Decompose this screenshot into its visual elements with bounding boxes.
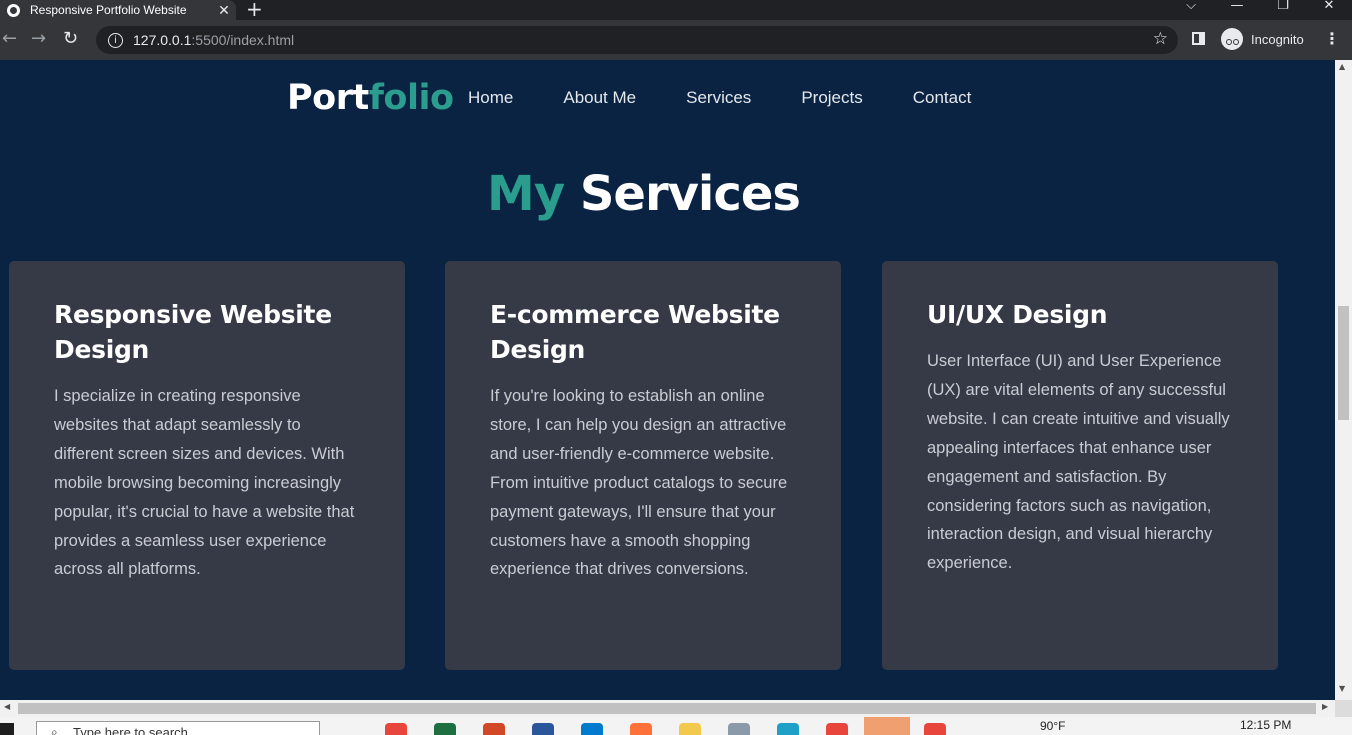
app-icon[interactable]	[728, 723, 750, 735]
chrome-app-icon[interactable]	[924, 723, 946, 735]
url-path: :5500/index.html	[191, 32, 295, 48]
service-card: UI/UX Design User Interface (UI) and Use…	[882, 261, 1278, 670]
reload-icon[interactable]: ↻	[63, 28, 78, 49]
word-app-icon[interactable]	[532, 723, 554, 735]
forward-arrow-icon[interactable]: →	[31, 28, 46, 49]
vscode-app-icon[interactable]	[581, 723, 603, 735]
service-card: E-commerce Website Design If you're look…	[445, 261, 841, 670]
url-host: 127.0.0.1	[133, 32, 192, 48]
restore-button[interactable]: ❐	[1260, 0, 1306, 20]
logo-accent: folio	[368, 78, 454, 118]
service-card: Responsive Website Design I specialize i…	[9, 261, 405, 670]
weather-widget[interactable]: 90°F	[1040, 719, 1065, 733]
browser-toolbar: ← → ↻ i 127.0.0.1:5500/index.html ☆ Inco…	[0, 20, 1352, 60]
new-tab-button[interactable]: +	[246, 0, 263, 21]
browser-menu-icon[interactable]: ⋮	[1324, 29, 1340, 48]
excel-app-icon[interactable]	[434, 723, 456, 735]
scroll-right-icon[interactable]: ▶	[1322, 702, 1328, 711]
tab-title: Responsive Portfolio Website	[30, 3, 187, 17]
scroll-up-icon[interactable]: ▲	[1339, 62, 1345, 71]
file-explorer-icon[interactable]	[679, 723, 701, 735]
close-tab-icon[interactable]: ✕	[212, 2, 236, 19]
chrome-app-icon[interactable]	[826, 723, 848, 735]
powerpoint-app-icon[interactable]	[483, 723, 505, 735]
minimize-button[interactable]: —	[1214, 0, 1260, 20]
taskbar-search-input[interactable]: ⌕ Type here to search	[36, 721, 320, 735]
nav-contact[interactable]: Contact	[913, 88, 972, 108]
site-nav: Home About Me Services Projects Contact	[468, 88, 1021, 108]
taskbar-search-placeholder: Type here to search	[73, 724, 188, 735]
bookmark-star-icon[interactable]: ☆	[1153, 29, 1168, 49]
globe-icon	[7, 3, 20, 17]
incognito-label: Incognito	[1251, 31, 1304, 47]
horizontal-scroll-thumb[interactable]	[18, 703, 1316, 714]
os-taskbar: ⌕ Type here to search 90°F 12:15 PM	[0, 717, 1352, 735]
vertical-scrollbar[interactable]: ▲ ▼	[1335, 60, 1352, 700]
service-card-title: E-commerce Website Design	[490, 300, 780, 364]
horizontal-scrollbar[interactable]: ◀ ▶	[0, 700, 1335, 717]
scroll-left-icon[interactable]: ◀	[4, 702, 10, 711]
window-controls: ⌵ — ❐ ✕	[1168, 0, 1352, 20]
browser-tab[interactable]: Responsive Portfolio Website ✕	[0, 0, 236, 20]
side-panel-icon[interactable]	[1192, 32, 1205, 45]
incognito-indicator[interactable]: Incognito	[1221, 28, 1304, 50]
edge-app-icon[interactable]	[777, 723, 799, 735]
service-card-title: UI/UX Design	[927, 300, 1108, 329]
section-title-main: Services	[564, 165, 801, 222]
page-viewport: Portfolio Home About Me Services Project…	[0, 60, 1335, 700]
search-icon: ⌕	[51, 725, 58, 735]
site-info-icon[interactable]: i	[108, 32, 123, 48]
scrollbar-corner	[1335, 700, 1352, 717]
nav-services[interactable]: Services	[686, 88, 751, 108]
service-card-body: User Interface (UI) and User Experience …	[927, 352, 1230, 573]
nav-projects[interactable]: Projects	[801, 88, 862, 108]
scroll-down-icon[interactable]: ▼	[1339, 684, 1345, 693]
active-app-icon[interactable]	[864, 717, 910, 735]
system-clock[interactable]: 12:15 PM	[1240, 718, 1291, 732]
nav-about[interactable]: About Me	[563, 88, 636, 108]
browser-tabstrip: Responsive Portfolio Website ✕ + ⌵ — ❐ ✕	[0, 0, 1352, 21]
tab-search-icon[interactable]: ⌵	[1168, 0, 1214, 20]
chrome-app-icon[interactable]	[385, 723, 407, 735]
nav-home[interactable]: Home	[468, 88, 513, 108]
firefox-app-icon[interactable]	[630, 723, 652, 735]
site-logo[interactable]: Portfolio	[287, 78, 454, 118]
close-window-button[interactable]: ✕	[1306, 0, 1352, 20]
incognito-icon	[1221, 28, 1243, 50]
service-card-body: I specialize in creating responsive webs…	[54, 387, 355, 579]
vertical-scroll-thumb[interactable]	[1338, 306, 1349, 420]
section-title-accent: My	[487, 165, 565, 222]
service-card-body: If you're looking to establish an online…	[490, 387, 788, 579]
section-title: My Services	[0, 166, 1287, 222]
address-bar[interactable]: i 127.0.0.1:5500/index.html ☆	[96, 26, 1178, 54]
windows-start-icon[interactable]	[0, 723, 14, 735]
logo-main: Port	[287, 78, 369, 118]
service-card-title: Responsive Website Design	[54, 300, 332, 364]
back-arrow-icon[interactable]: ←	[2, 28, 17, 49]
